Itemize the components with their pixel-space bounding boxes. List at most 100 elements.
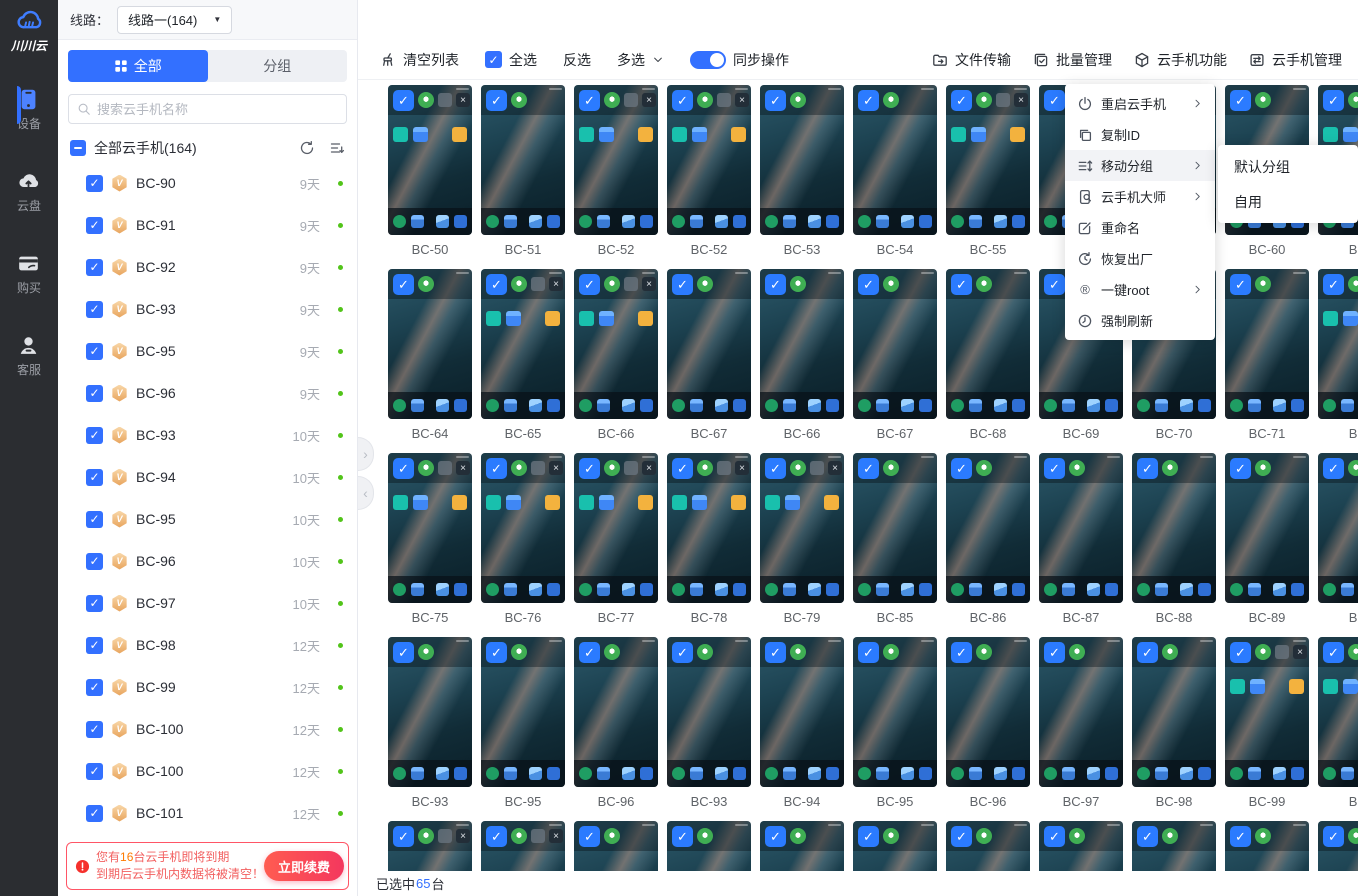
phone-card[interactable]: ✓BC- — [1318, 453, 1358, 624]
phone-thumbnail[interactable]: ✓ — [946, 453, 1030, 603]
submenu-item-self-use[interactable]: 自用 — [1218, 184, 1358, 219]
phone-card[interactable]: ✓×BC-52 — [667, 85, 751, 256]
phone-thumbnail[interactable]: ✓ — [388, 269, 472, 419]
device-row[interactable]: ✓VBC-9310天 — [58, 414, 357, 456]
menu-item-移动分组[interactable]: 移动分组 — [1065, 150, 1215, 181]
device-checkbox[interactable]: ✓ — [86, 721, 103, 738]
phone-card[interactable]: ✓BC-93 — [667, 637, 751, 808]
phone-thumbnail[interactable]: ✓× — [481, 269, 565, 419]
menu-item-一键root[interactable]: ®一键root — [1065, 274, 1215, 305]
phone-card[interactable]: ✓ — [1132, 821, 1216, 871]
phone-card[interactable]: ✓×BC- — [1318, 269, 1358, 440]
phone-card[interactable]: ✓BC-87 — [1039, 453, 1123, 624]
phone-card[interactable]: ✓×BC-77 — [574, 453, 658, 624]
phone-card[interactable]: ✓× — [481, 821, 565, 871]
line-select[interactable]: 线路一(164) ▼ — [117, 6, 232, 34]
phone-card[interactable]: ✓BC-67 — [853, 269, 937, 440]
invert-selection-button[interactable]: 反选 — [563, 50, 591, 70]
device-checkbox[interactable]: ✓ — [86, 259, 103, 276]
phone-thumbnail[interactable]: ✓ — [481, 637, 565, 787]
phone-thumbnail[interactable]: ✓ — [1318, 821, 1358, 871]
phone-card[interactable]: ✓BC-85 — [853, 453, 937, 624]
device-row[interactable]: ✓VBC-969天 — [58, 372, 357, 414]
device-checkbox[interactable]: ✓ — [86, 763, 103, 780]
device-row[interactable]: ✓VBC-909天 — [58, 162, 357, 204]
search-input[interactable] — [97, 102, 338, 117]
phone-card[interactable]: ✓×BC-78 — [667, 453, 751, 624]
phone-thumbnail[interactable]: ✓× — [574, 269, 658, 419]
clear-list-button[interactable]: 清空列表 — [380, 50, 459, 70]
phone-manage-button[interactable]: 云手机管理 — [1249, 50, 1342, 70]
phone-thumbnail[interactable]: ✓ — [1132, 821, 1216, 871]
phone-card[interactable]: ✓BC-97 — [1039, 637, 1123, 808]
phone-card[interactable]: ✓×BC-99 — [1225, 637, 1309, 808]
phone-card[interactable]: ✓×BC-55 — [946, 85, 1030, 256]
phone-card[interactable]: ✓BC-96 — [574, 637, 658, 808]
phone-card[interactable]: ✓BC-54 — [853, 85, 937, 256]
phone-card[interactable]: ✓BC-89 — [1225, 453, 1309, 624]
device-checkbox[interactable]: ✓ — [86, 301, 103, 318]
phone-card[interactable]: ✓BC-86 — [946, 453, 1030, 624]
device-checkbox[interactable]: ✓ — [86, 385, 103, 402]
phone-thumbnail[interactable]: ✓ — [1039, 453, 1123, 603]
sidebar-item-客服[interactable]: 客服 — [17, 326, 41, 386]
phone-card[interactable]: ✓BC-94 — [760, 637, 844, 808]
phone-features-button[interactable]: 云手机功能 — [1134, 50, 1227, 70]
device-checkbox[interactable]: ✓ — [86, 217, 103, 234]
phone-thumbnail[interactable]: ✓ — [946, 637, 1030, 787]
phone-card[interactable]: ✓× — [388, 821, 472, 871]
phone-thumbnail[interactable]: ✓× — [1318, 637, 1358, 787]
phone-thumbnail[interactable]: ✓ — [760, 821, 844, 871]
phone-thumbnail[interactable]: ✓ — [1132, 453, 1216, 603]
phone-thumbnail[interactable]: ✓× — [1225, 637, 1309, 787]
device-checkbox[interactable]: ✓ — [86, 469, 103, 486]
phone-card[interactable]: ✓×BC-75 — [388, 453, 472, 624]
device-checkbox[interactable]: ✓ — [86, 637, 103, 654]
device-checkbox[interactable]: ✓ — [86, 679, 103, 696]
phone-card[interactable]: ✓ — [1225, 821, 1309, 871]
menu-item-重命名[interactable]: 重命名 — [1065, 212, 1215, 243]
phone-card[interactable]: ✓BC-68 — [946, 269, 1030, 440]
device-checkbox[interactable]: ✓ — [86, 553, 103, 570]
phone-card[interactable]: ✓ — [1039, 821, 1123, 871]
collapse-list-icon[interactable] — [329, 140, 345, 156]
device-row[interactable]: ✓VBC-9510天 — [58, 498, 357, 540]
device-row[interactable]: ✓VBC-9912天 — [58, 666, 357, 708]
phone-card[interactable]: ✓×BC-66 — [574, 269, 658, 440]
phone-card[interactable]: ✓ — [667, 821, 751, 871]
menu-item-复制ID[interactable]: 复制ID — [1065, 119, 1215, 150]
device-row[interactable]: ✓VBC-929天 — [58, 246, 357, 288]
sidebar-item-购买[interactable]: 购买 — [17, 244, 41, 304]
phone-card[interactable]: ✓BC-98 — [1132, 637, 1216, 808]
phone-thumbnail[interactable]: ✓ — [667, 637, 751, 787]
phone-thumbnail[interactable]: ✓× — [1318, 269, 1358, 419]
select-all-devices-checkbox[interactable] — [70, 140, 86, 156]
tab-group[interactable]: 分组 — [208, 50, 348, 82]
phone-card[interactable]: ✓×BC-76 — [481, 453, 565, 624]
sync-toggle[interactable] — [690, 51, 726, 69]
phone-thumbnail[interactable]: ✓ — [760, 269, 844, 419]
device-row[interactable]: ✓VBC-959天 — [58, 330, 357, 372]
phone-card[interactable]: ✓×BC-50 — [388, 85, 472, 256]
phone-thumbnail[interactable]: ✓ — [853, 821, 937, 871]
device-row[interactable]: ✓VBC-919天 — [58, 204, 357, 246]
phone-thumbnail[interactable]: ✓ — [667, 269, 751, 419]
phone-thumbnail[interactable]: ✓ — [667, 821, 751, 871]
phone-thumbnail[interactable]: ✓× — [667, 453, 751, 603]
phone-thumbnail[interactable]: ✓ — [853, 453, 937, 603]
phone-thumbnail[interactable]: ✓ — [760, 637, 844, 787]
phone-thumbnail[interactable]: ✓× — [946, 85, 1030, 235]
sidebar-item-设备[interactable]: 设备 — [17, 80, 41, 140]
phone-thumbnail[interactable]: ✓× — [481, 453, 565, 603]
phone-card[interactable]: ✓BC-95 — [481, 637, 565, 808]
device-row[interactable]: ✓VBC-10012天 — [58, 750, 357, 792]
phone-card[interactable]: ✓BC-51 — [481, 85, 565, 256]
menu-item-重启云手机[interactable]: 重启云手机 — [1065, 88, 1215, 119]
renew-button[interactable]: 立即续费 — [264, 851, 344, 881]
sidebar-item-云盘[interactable]: 云盘 — [17, 162, 41, 222]
batch-manage-button[interactable]: 批量管理 — [1033, 50, 1112, 70]
device-row[interactable]: ✓VBC-10112天 — [58, 792, 357, 834]
phone-thumbnail[interactable]: ✓ — [388, 637, 472, 787]
phone-thumbnail[interactable]: ✓× — [574, 453, 658, 603]
phone-thumbnail[interactable]: ✓× — [667, 85, 751, 235]
